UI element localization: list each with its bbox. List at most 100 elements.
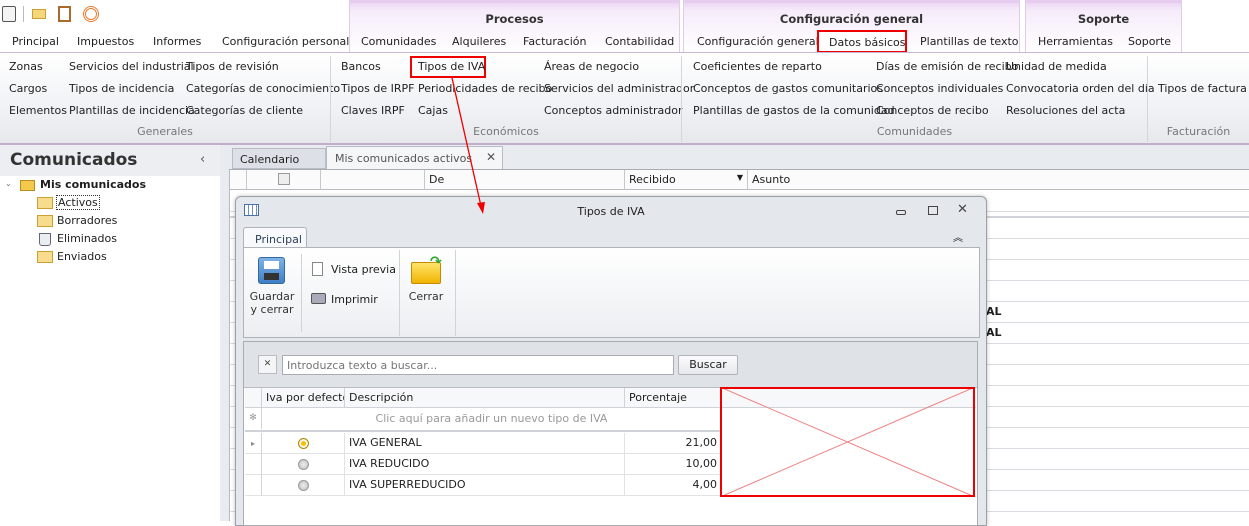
clear-search-button[interactable]: ✕ <box>258 355 277 374</box>
column-header-descripcion[interactable]: Descripción <box>345 388 625 408</box>
ribbon-item[interactable]: Tipos de IRPF <box>341 82 414 95</box>
new-row-prompt[interactable]: Clic aquí para añadir un nuevo tipo de I… <box>262 408 721 429</box>
panel-title: Comunicados <box>10 150 138 170</box>
ribbon-item[interactable]: Tipos de incidencia <box>69 82 174 95</box>
tab-herramientas[interactable]: Herramientas <box>1038 35 1113 48</box>
grid-cell-asunto: AL <box>986 326 1002 339</box>
broadcast-icon[interactable] <box>83 6 99 22</box>
ribbon-item[interactable]: Zonas <box>9 60 43 73</box>
mail-icon[interactable] <box>32 9 46 19</box>
grid-header-recibido[interactable]: Recibido ▼ <box>625 170 748 190</box>
tree-item-activos[interactable]: Activos <box>56 195 100 210</box>
group-label: Generales <box>137 125 193 138</box>
tree-item-borradores[interactable]: Borradores <box>57 214 117 227</box>
tab-configuracion-personal[interactable]: Configuración personal <box>222 35 349 48</box>
ribbon-item[interactable]: Áreas de negocio <box>544 60 639 73</box>
tab-soporte[interactable]: Soporte <box>1128 35 1171 48</box>
ribbon-item[interactable]: Conceptos de gastos comunitarios <box>693 82 883 95</box>
tree-item-enviados[interactable]: Enviados <box>57 250 107 263</box>
ribbon-item[interactable]: Bancos <box>341 60 381 73</box>
divider <box>399 250 400 336</box>
print-button[interactable]: Imprimir <box>331 293 378 306</box>
ribbon-item[interactable]: Coeficientes de reparto <box>693 60 822 73</box>
percent-cell[interactable]: 4,00 <box>625 475 721 496</box>
tab-informes[interactable]: Informes <box>153 35 201 48</box>
maximize-button[interactable] <box>928 206 938 215</box>
preview-button[interactable]: Vista previa <box>331 263 396 276</box>
row-indicator <box>245 454 262 475</box>
collapse-ribbon-icon[interactable]: ︽ <box>953 229 963 244</box>
ribbon-item[interactable]: Tipos de factura <box>1158 82 1247 95</box>
new-row-icon: ✻ <box>245 408 262 429</box>
tab-alquileres[interactable]: Alquileres <box>452 35 506 48</box>
group-label: Facturación <box>1166 125 1231 138</box>
chevron-down-icon[interactable]: ⌄ <box>5 179 12 188</box>
print-icon <box>311 293 326 304</box>
percent-cell[interactable]: 10,00 <box>625 454 721 475</box>
search-button[interactable]: Buscar <box>678 355 738 375</box>
column-header-porcentaje[interactable]: Porcentaje <box>625 388 721 408</box>
ribbon-item[interactable]: Tipos de revisión <box>186 60 279 73</box>
save-and-close-button[interactable]: Guardar y cerrar <box>248 290 296 316</box>
ribbon-item[interactable]: Conceptos administrador <box>544 104 683 117</box>
description-cell[interactable]: IVA SUPERREDUCIDO <box>345 475 625 496</box>
divider <box>301 254 302 332</box>
tab-contabilidad[interactable]: Contabilidad <box>605 35 674 48</box>
ribbon-item[interactable]: Plantillas de incidencia <box>69 104 195 117</box>
ribbon-item[interactable]: Periodicidades de recibo <box>418 82 552 95</box>
ribbon-item[interactable]: Elementos <box>9 104 67 117</box>
ribbon-item[interactable]: Claves IRPF <box>341 104 405 117</box>
app-icon[interactable] <box>2 6 16 22</box>
grid-cell-asunto: AL <box>986 305 1002 318</box>
grid-header-indicator <box>245 388 262 408</box>
row-indicator: ▸ <box>245 433 262 454</box>
ribbon-item[interactable]: Servicios del administrador <box>544 82 694 95</box>
ribbon-item[interactable]: Conceptos individuales <box>876 82 1003 95</box>
ribbon-item[interactable]: Cargos <box>9 82 47 95</box>
close-tab-icon[interactable]: ✕ <box>486 150 496 164</box>
ribbon-item[interactable]: Días de emisión de recibo <box>876 60 1018 73</box>
tab-plantillas-de-texto[interactable]: Plantillas de texto <box>920 35 1019 48</box>
save-icon[interactable] <box>258 257 285 284</box>
collapse-panel-button[interactable]: ‹ <box>200 152 205 167</box>
close-button[interactable]: Cerrar <box>404 290 448 303</box>
dialog-tab-principal[interactable]: Principal <box>243 227 307 249</box>
ribbon-item[interactable]: Unidad de medida <box>1006 60 1107 73</box>
tab-configuracion-general[interactable]: Configuración general <box>697 35 819 48</box>
default-radio[interactable] <box>297 438 309 449</box>
select-all-checkbox[interactable] <box>277 173 290 185</box>
ribbon-item[interactable]: Servicios del industrial <box>69 60 194 73</box>
default-radio[interactable] <box>297 459 309 470</box>
ribbon-item[interactable]: Conceptos de recibo <box>876 104 989 117</box>
description-cell[interactable]: IVA GENERAL <box>345 433 625 454</box>
close-dialog-button[interactable]: ✕ <box>957 202 968 217</box>
tab-datos-basicos[interactable]: Datos básicos <box>817 30 907 53</box>
new-row-separator <box>245 430 721 432</box>
description-cell[interactable]: IVA REDUCIDO <box>345 454 625 475</box>
doc-tab-mis-comunicados-activos[interactable]: Mis comunicados activos ✕ <box>326 146 503 170</box>
column-header-iva-por-defecto[interactable]: Iva por defecto <box>262 388 345 408</box>
ribbon-item[interactable]: Cajas <box>418 104 448 117</box>
ribbon-item[interactable]: Plantillas de gastos de la comunidad <box>693 104 895 117</box>
default-radio[interactable] <box>297 480 309 491</box>
clipboard-icon[interactable] <box>58 6 71 22</box>
ribbon-item[interactable]: Categorías de conocimiento <box>186 82 340 95</box>
percent-cell[interactable]: 21,00 <box>625 433 721 454</box>
grid-header-blank <box>321 170 425 190</box>
tab-comunidades[interactable]: Comunidades <box>361 35 436 48</box>
search-input[interactable] <box>282 355 674 375</box>
default-cell <box>262 454 345 475</box>
tab-facturacion[interactable]: Facturación <box>523 35 586 48</box>
ribbon-item[interactable]: Convocatoria orden del día <box>1006 82 1155 95</box>
grid-header-de[interactable]: De <box>425 170 625 190</box>
ribbon-item-tipos-de-iva[interactable]: Tipos de IVA <box>410 56 486 78</box>
tab-principal[interactable]: Principal <box>12 35 59 48</box>
grid-header-asunto[interactable]: Asunto <box>748 170 1249 190</box>
doc-tab-calendario[interactable]: Calendario <box>232 148 326 169</box>
tree-item-eliminados[interactable]: Eliminados <box>57 232 117 245</box>
ribbon-item[interactable]: Categorías de cliente <box>186 104 303 117</box>
minimize-button[interactable] <box>896 210 906 215</box>
tree-root-mis-comunicados[interactable]: Mis comunicados <box>40 178 146 191</box>
tab-impuestos[interactable]: Impuestos <box>77 35 134 48</box>
ribbon-item[interactable]: Resoluciones del acta <box>1006 104 1125 117</box>
